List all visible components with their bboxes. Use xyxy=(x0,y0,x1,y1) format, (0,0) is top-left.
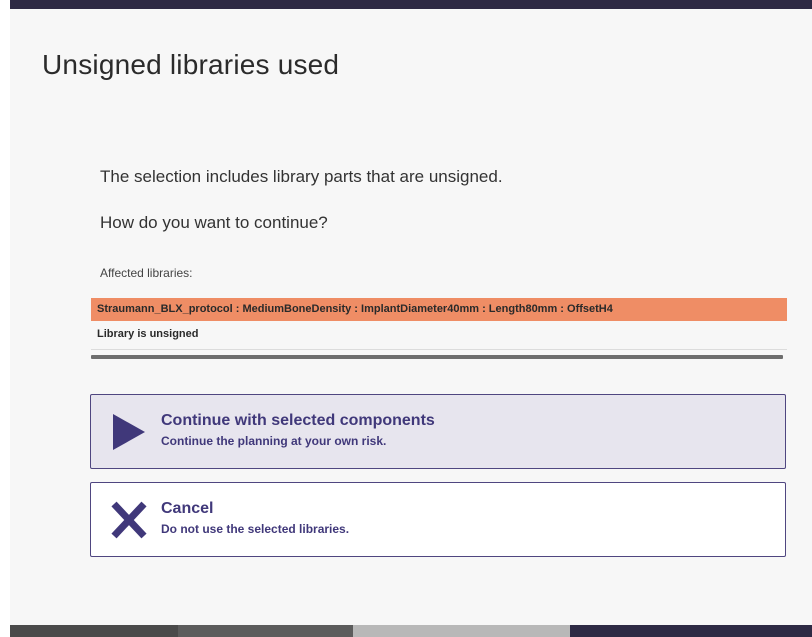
bottom-toolbar-segment xyxy=(353,625,570,637)
library-list-item[interactable]: Straumann_BLX_protocol : MediumBoneDensi… xyxy=(91,298,787,321)
list-divider xyxy=(91,349,787,350)
dialog-question: How do you want to continue? xyxy=(100,213,328,232)
dialog-message: The selection includes library parts tha… xyxy=(100,167,503,186)
affected-libraries-label: Affected libraries: xyxy=(100,266,193,280)
left-gutter xyxy=(0,0,10,637)
bottom-toolbar xyxy=(10,625,812,637)
continue-with-selected-components-button[interactable]: Continue with selected components Contin… xyxy=(90,394,786,469)
cancel-option-title: Cancel xyxy=(161,500,214,517)
top-header-strip xyxy=(10,0,812,9)
dialog-title: Unsigned libraries used xyxy=(42,49,340,80)
continue-option-title: Continue with selected components xyxy=(161,412,435,429)
bottom-toolbar-segment xyxy=(10,625,178,637)
cancel-button[interactable]: Cancel Do not use the selected libraries… xyxy=(90,482,786,557)
play-icon xyxy=(113,414,145,450)
bottom-toolbar-segment xyxy=(178,625,353,637)
cancel-option-subtitle: Do not use the selected libraries. xyxy=(161,522,350,536)
library-status-text: Library is unsigned xyxy=(97,328,199,340)
app-window: Unsigned libraries used The selection in… xyxy=(0,0,812,637)
horizontal-scrollbar[interactable] xyxy=(91,355,783,359)
close-icon xyxy=(111,501,147,539)
continue-option-subtitle: Continue the planning at your own risk. xyxy=(161,434,387,448)
bottom-toolbar-segment xyxy=(570,625,812,637)
